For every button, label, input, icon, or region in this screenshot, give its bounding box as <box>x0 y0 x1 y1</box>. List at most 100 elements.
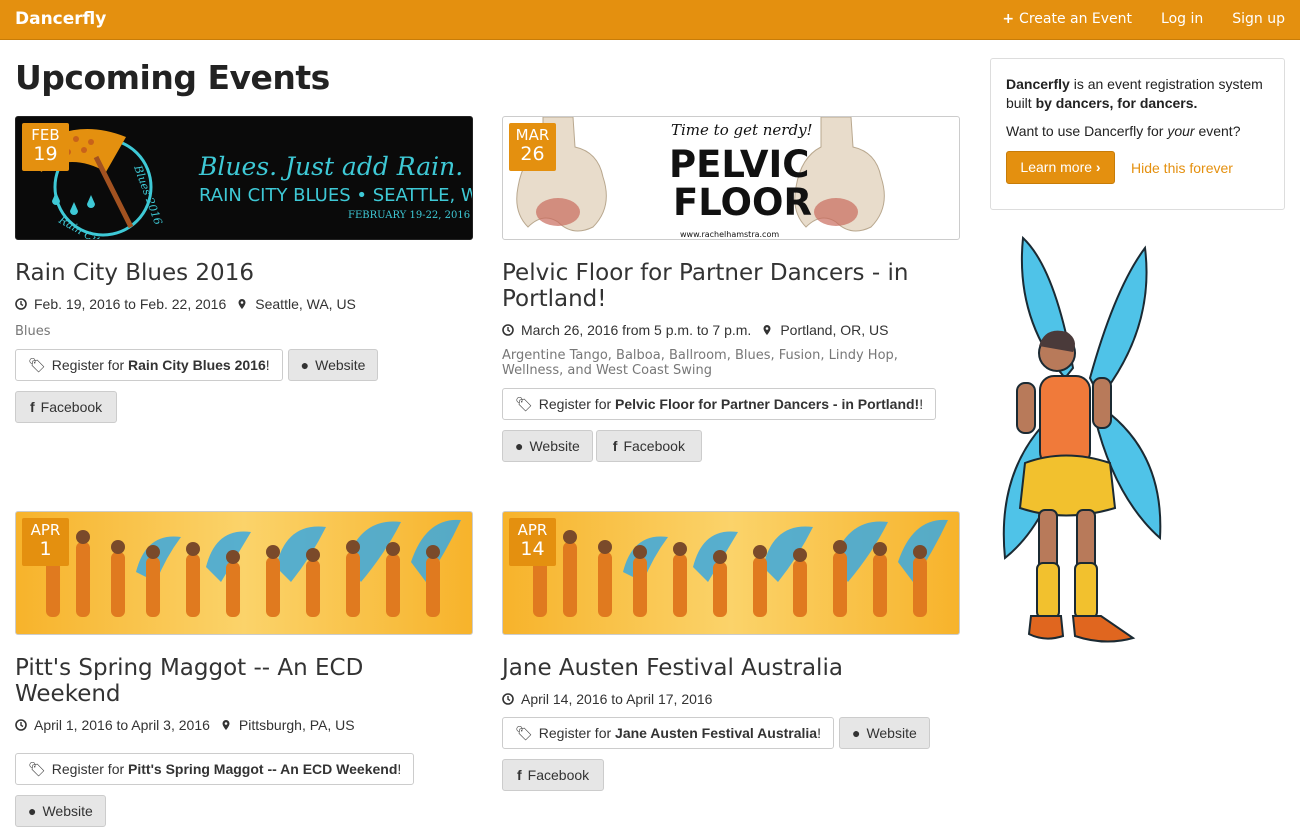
promo-question: Want to use Dancerfly for your event? <box>1006 122 1269 141</box>
date-month: APR <box>517 521 548 539</box>
promo-q-prefix: Want to use Dancerfly for <box>1006 123 1168 139</box>
date-month: APR <box>30 521 61 539</box>
rain-city-blues-artwork: Blues 2016 Rain City Blues. Just add Rai… <box>34 129 472 239</box>
event-banner-image[interactable]: APR 1 <box>15 511 473 635</box>
event-dates: March 26, 2016 from 5 p.m. to 7 p.m. <box>521 322 752 338</box>
event-banner-image[interactable]: Time to get nerdy! PELVIC FLOOR www.rach… <box>502 116 960 240</box>
event-meta: April 1, 2016 to April 3, 2016 Pittsburg… <box>15 717 473 733</box>
promo-q-suffix: event? <box>1194 123 1241 139</box>
event-actions-row2: f Facebook <box>15 391 473 423</box>
date-badge: APR 1 <box>22 518 69 566</box>
event-banner-image[interactable]: Blues 2016 Rain City Blues. Just add Rai… <box>15 116 473 240</box>
website-label: Website <box>315 357 366 373</box>
register-prefix: Register for <box>51 357 125 373</box>
login-link[interactable]: Log in <box>1161 11 1203 27</box>
pelvic-floor-artwork: Time to get nerdy! PELVIC FLOOR www.rach… <box>516 117 885 239</box>
learn-more-label: Learn more <box>1020 159 1093 175</box>
ticket-icon: 🏷 <box>28 356 46 373</box>
event-location: Pittsburgh, PA, US <box>238 717 355 733</box>
facebook-icon: f <box>517 767 522 783</box>
map-marker-icon <box>763 325 771 335</box>
ticket-icon: 🏷 <box>28 760 46 777</box>
clock-icon <box>15 719 27 731</box>
website-label: Website <box>42 803 93 819</box>
date-month: MAR <box>515 126 550 144</box>
dance-styles: Argentine Tango, Balboa, Ballroom, Blues… <box>502 348 898 378</box>
date-month: FEB <box>31 126 60 144</box>
event-title[interactable]: Rain City Blues 2016 <box>15 260 473 286</box>
signup-link[interactable]: Sign up <box>1232 11 1285 27</box>
facebook-label: Facebook <box>527 767 590 783</box>
website-label: Website <box>866 725 917 741</box>
register-event-name: Pelvic Floor for Partner Dancers - in Po… <box>615 396 920 412</box>
banner-tagline: Time to get nerdy! <box>671 121 813 139</box>
facebook-button[interactable]: f Facebook <box>15 391 118 423</box>
event-actions: 🏷 Register for Jane Austen Festival Austr… <box>502 717 960 749</box>
event-banner-image[interactable]: APR 14 <box>502 511 960 635</box>
event-card: Time to get nerdy! PELVIC FLOOR www.rach… <box>502 116 960 462</box>
hide-forever-link[interactable]: Hide this forever <box>1131 159 1233 178</box>
register-button[interactable]: 🏷 Register for Pelvic Floor for Partner D… <box>502 388 937 420</box>
map-marker-icon <box>238 299 246 309</box>
register-prefix: Register for <box>538 725 612 741</box>
register-prefix: Register for <box>51 761 125 777</box>
website-button[interactable]: ● Website <box>15 795 106 827</box>
plus-icon: + <box>1002 11 1015 27</box>
date-day: 1 <box>39 538 52 560</box>
event-title[interactable]: Pelvic Floor for Partner Dancers - in Po… <box>502 260 922 312</box>
globe-icon: ● <box>515 438 524 454</box>
event-card: Blues 2016 Rain City Blues. Just add Rai… <box>15 116 473 423</box>
globe-icon: ● <box>28 803 37 819</box>
facebook-button[interactable]: f Facebook <box>595 430 702 462</box>
event-dates: April 14, 2016 to April 17, 2016 <box>521 691 713 707</box>
event-dates: April 1, 2016 to April 3, 2016 <box>34 717 210 733</box>
event-location: Seattle, WA, US <box>255 296 356 312</box>
learn-more-button[interactable]: Learn more › <box>1006 151 1115 184</box>
facebook-label: Facebook <box>40 399 103 415</box>
register-suffix: ! <box>397 761 402 777</box>
register-button[interactable]: 🏷 Register for Pitt's Spring Maggot -- An… <box>15 753 415 785</box>
create-event-label: Create an Event <box>1019 11 1133 27</box>
banner-url: www.rachelhamstra.com <box>680 230 779 239</box>
website-button[interactable]: ● Website <box>838 717 930 749</box>
facebook-button[interactable]: f Facebook <box>502 759 605 791</box>
banner-line-1: PELVIC <box>669 143 809 186</box>
page-title: Upcoming Events <box>15 58 330 97</box>
date-badge: APR 14 <box>509 518 556 566</box>
ticket-icon: 🏷 <box>515 724 533 741</box>
event-meta: April 14, 2016 to April 17, 2016 <box>502 691 960 707</box>
website-button[interactable]: ● Website <box>502 430 593 462</box>
event-meta: March 26, 2016 from 5 p.m. to 7 p.m. Por… <box>502 322 960 338</box>
promo-description: Dancerfly is an event registration syste… <box>1006 75 1269 113</box>
event-title[interactable]: Pitt's Spring Maggot -- An ECD Weekend <box>15 655 473 707</box>
promo-panel: Dancerfly is an event registration syste… <box>990 58 1285 210</box>
globe-icon: ● <box>851 725 861 741</box>
brand-logo[interactable]: Dancerfly <box>15 9 106 29</box>
facebook-icon: f <box>30 399 35 415</box>
event-actions-row2: ● Website <box>15 795 473 827</box>
facebook-label: Facebook <box>623 438 685 454</box>
event-card: APR 14 Jane Austen Festival Australia Ap… <box>502 511 960 791</box>
event-actions: 🏷 Register for Rain City Blues 2016! ● Web… <box>15 349 473 381</box>
promo-text-1-bold: by dancers, for dancers. <box>1035 95 1198 111</box>
date-badge: MAR 26 <box>509 123 556 171</box>
banner-line-3: FEBRUARY 19-22, 2016 <box>348 210 470 221</box>
fairy-illustration <box>1002 235 1162 643</box>
date-day: 14 <box>520 538 545 560</box>
event-card: APR 1 Pitt's Spring Maggot -- An ECD Wee… <box>15 511 473 827</box>
promo-q-em: your <box>1167 123 1195 139</box>
globe-icon: ● <box>300 357 310 373</box>
create-event-link[interactable]: + Create an Event <box>1002 11 1132 27</box>
register-button[interactable]: 🏷 Register for Jane Austen Festival Austr… <box>502 717 834 749</box>
event-title[interactable]: Jane Austen Festival Australia <box>502 655 960 681</box>
register-button[interactable]: 🏷 Register for Rain City Blues 2016! <box>15 349 283 381</box>
event-actions: 🏷 Register for Pelvic Floor for Partner D… <box>502 388 960 420</box>
date-day: 19 <box>33 143 58 165</box>
register-event-name: Pitt's Spring Maggot -- An ECD Weekend <box>128 761 398 777</box>
date-badge: FEB 19 <box>22 123 69 171</box>
chevron-right-icon: › <box>1095 159 1101 175</box>
website-button[interactable]: ● Website <box>287 349 379 381</box>
event-actions-row2: ● Website f Facebook <box>502 430 960 462</box>
clock-icon <box>502 693 514 705</box>
register-event-name: Rain City Blues 2016 <box>128 357 266 373</box>
